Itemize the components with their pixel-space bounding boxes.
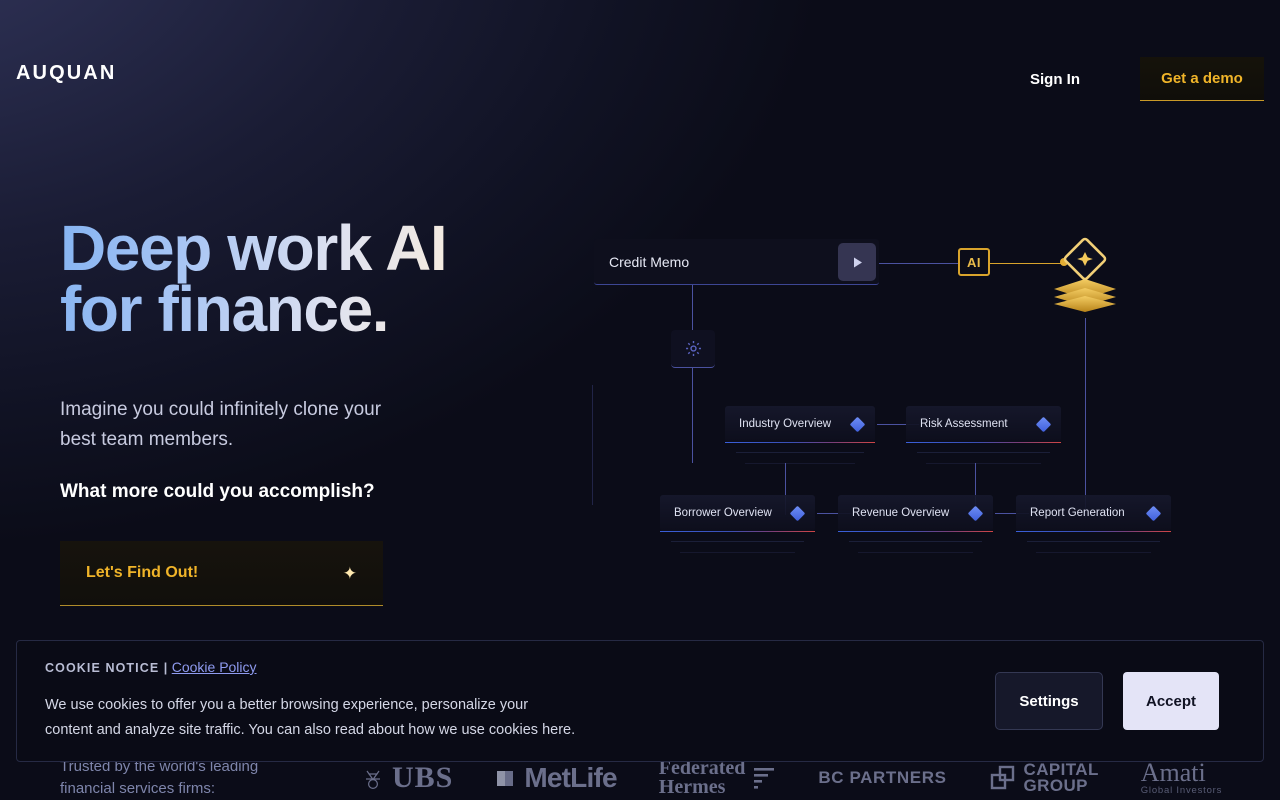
node-stack-line [849,541,982,542]
logo-capital-group: CAPITAL GROUP [989,760,1099,795]
logo-ubs: UBS [360,761,453,795]
logo-federated-hermes-text: Federated Hermes [658,757,746,798]
cookie-settings-button[interactable]: Settings [995,672,1103,730]
node-stack-line [1036,552,1151,553]
node-underline [906,441,1061,443]
logo-metlife-text: MetLife [524,762,617,793]
node-revenue-overview[interactable]: Revenue Overview [838,495,993,532]
logo-amati-tagline: Global Investors [1140,784,1223,796]
node-stack-line [1027,541,1160,542]
diamond-icon [1145,505,1162,521]
credit-memo-value: Credit Memo [609,253,690,270]
ai-badge: AI [958,248,990,276]
node-stack-line [917,452,1050,453]
node-label: Report Generation [1030,507,1125,519]
lets-find-out-button[interactable]: Let's Find Out! ✦ [60,541,383,606]
node-report-generation[interactable]: Report Generation [1016,495,1171,532]
logo-amati: Amati Global Investors [1140,757,1223,796]
output-stack-icon [1050,233,1120,318]
logo-metlife: MetLife [495,762,618,794]
site-header: AUQUAN Sign In Get a demo [0,0,1280,150]
client-logos: UBS MetLife Federated Hermes BC PARTNERS… [360,757,1223,798]
sparkle-icon: ✦ [342,563,357,583]
cookie-accept-button[interactable]: Accept [1123,672,1219,730]
diamond-icon [967,505,984,521]
node-industry-overview[interactable]: Industry Overview [725,406,875,443]
node-stack-line [680,552,795,553]
cookie-body-text: We use cookies to offer you a better bro… [45,697,576,738]
node-stack-line [745,463,855,464]
header-nav: Sign In Get a demo [1016,57,1264,101]
connector-memo-gear [692,285,693,331]
node-stack-line [858,552,973,553]
logo-ubs-text: UBS [392,761,454,794]
diamond-icon [1035,416,1052,432]
node-borrower-overview[interactable]: Borrower Overview [660,495,815,532]
cookie-separator: | [163,661,168,675]
logo-amati-text: Amati [1140,757,1206,787]
play-icon[interactable] [838,243,876,281]
logo-federated-hermes: Federated Hermes [658,757,777,798]
node-underline [725,441,875,443]
node-label: Revenue Overview [852,507,950,519]
node-label: Borrower Overview [674,507,772,519]
trusted-by-strip: Trusted by the world's leading financial… [0,756,1280,800]
connector-memo-ai [879,263,958,264]
cookie-notice-title: COOKIE NOTICE [45,661,160,675]
node-label: Industry Overview [739,418,832,430]
node-stack-line [926,463,1041,464]
logo-bc-partners-text: BC PARTNERS [818,768,947,787]
node-underline [838,530,993,532]
hero-question: What more could you accomplish? [60,481,375,502]
cookie-actions: Settings Accept [995,672,1219,730]
cookie-banner: COOKIE NOTICE | Cookie Policy We use coo… [16,640,1264,762]
connector-gear-down [692,368,693,463]
brand-logo[interactable]: AUQUAN [16,62,116,85]
credit-memo-input[interactable]: Credit Memo [594,239,879,285]
logo-capital-group-text: CAPITAL GROUP [1023,760,1099,795]
cta-label: Let's Find Out! [86,564,199,581]
logo-bc-partners: BC PARTNERS [818,768,946,788]
node-stack-line [736,452,864,453]
gear-icon[interactable] [671,330,715,368]
workflow-diagram: Credit Memo AI Industry Overview Risk As… [590,225,1190,565]
connector-stack-down [1085,318,1086,518]
trusted-by-label: Trusted by the world's leading financial… [60,758,259,797]
cookie-text-block: COOKIE NOTICE | Cookie Policy We use coo… [45,659,745,743]
hero-subtext: Imagine you could infinitely clone your … [60,399,382,450]
hero-section: Deep work AI for finance. Imagine you co… [60,216,530,606]
sign-in-link[interactable]: Sign In [1016,61,1094,98]
node-stack-line [671,541,804,542]
page-root: AUQUAN Sign In Get a demo Deep work AI f… [0,0,1280,800]
node-underline [1016,530,1171,532]
node-underline [660,530,815,532]
cookie-notice-heading: COOKIE NOTICE | Cookie Policy [45,659,745,677]
node-risk-assessment[interactable]: Risk Assessment [906,406,1061,443]
diamond-icon [849,416,866,432]
node-label: Risk Assessment [920,418,1008,430]
page-title: Deep work AI for finance. [60,216,530,341]
get-a-demo-button[interactable]: Get a demo [1140,57,1264,101]
cookie-policy-link[interactable]: Cookie Policy [172,659,257,675]
connector-left-rail [592,385,593,505]
diamond-icon [789,505,806,521]
